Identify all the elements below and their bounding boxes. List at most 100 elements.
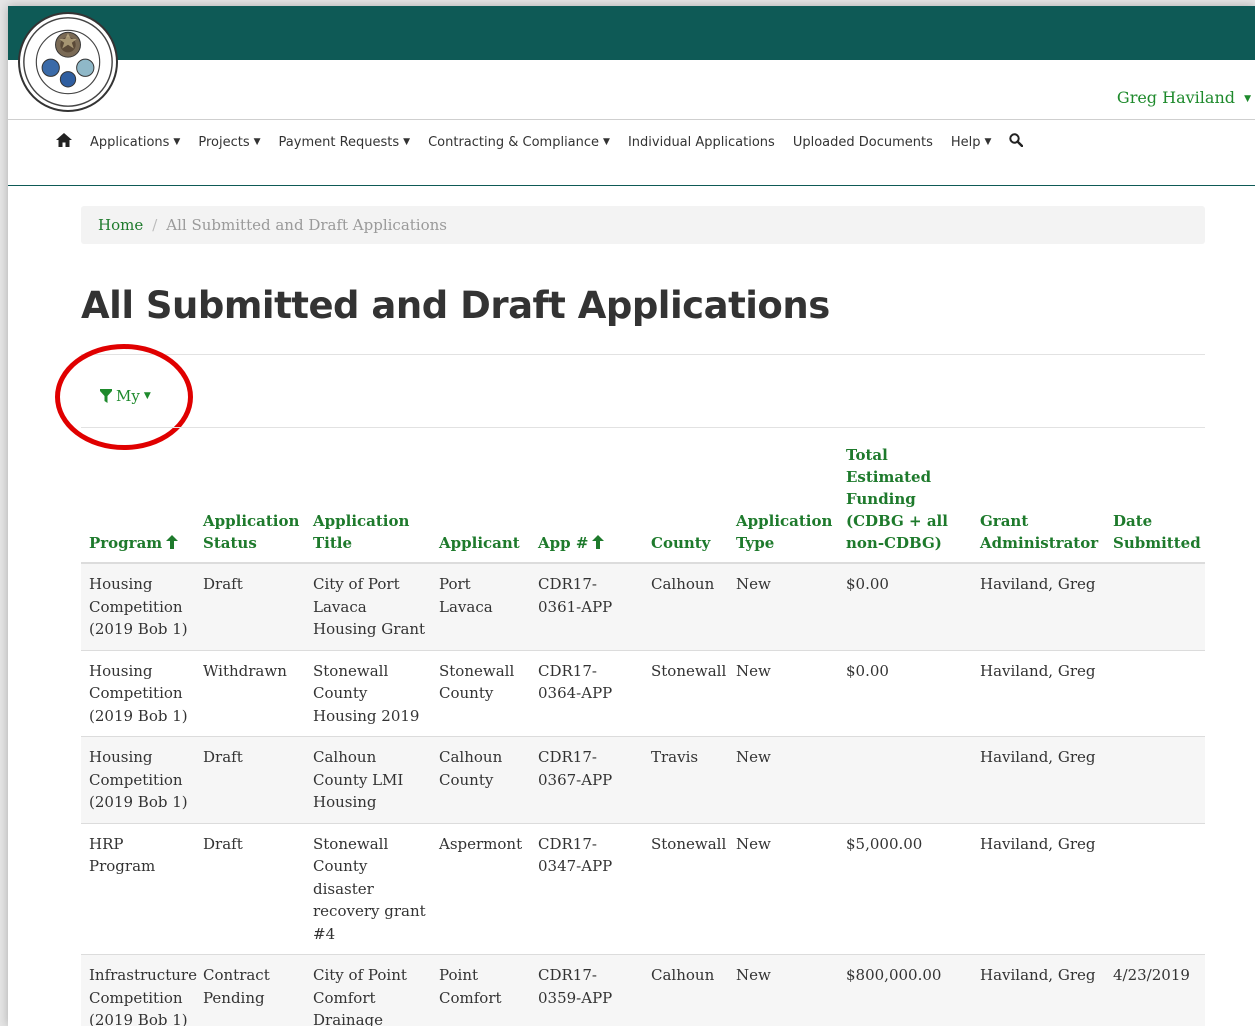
table-header-row: Program Application Status Application T… bbox=[81, 444, 1205, 564]
cell-application-type: New bbox=[728, 823, 838, 955]
breadcrumb: Home / All Submitted and Draft Applicati… bbox=[81, 206, 1205, 244]
cell-applicant: Calhoun County bbox=[431, 736, 530, 824]
user-menu[interactable]: Greg Haviland ▼ bbox=[1117, 88, 1251, 107]
column-header-application-type[interactable]: Application Type bbox=[728, 444, 838, 564]
table-row[interactable]: Housing Competition (2019 Bob 1) Draft C… bbox=[81, 736, 1205, 824]
divider bbox=[8, 119, 1255, 120]
cell-program: Infrastructure Competition (2019 Bob 1) bbox=[81, 954, 197, 1026]
cell-application-type: New bbox=[728, 736, 838, 824]
chevron-down-icon: ▼ bbox=[403, 136, 411, 147]
column-header-county[interactable]: County bbox=[643, 444, 728, 564]
page-title: All Submitted and Draft Applications bbox=[81, 284, 830, 327]
nav-label: Payment Requests bbox=[278, 134, 400, 150]
app-window: Greg Haviland ▼ Applications ▼ Projects ▼ … bbox=[8, 6, 1255, 1026]
chevron-down-icon: ▼ bbox=[603, 136, 610, 147]
cell-program: Housing Competition (2019 Bob 1) bbox=[81, 736, 195, 824]
cell-date-submitted bbox=[1105, 563, 1205, 651]
cell-total-funding: $5,000.00 bbox=[838, 823, 972, 955]
nav-label: Help bbox=[950, 134, 981, 150]
divider bbox=[81, 354, 1205, 355]
cell-app-number: CDR17-0361-APP bbox=[530, 563, 643, 651]
cell-application-status: Withdrawn bbox=[195, 650, 305, 737]
column-header-application-status[interactable]: Application Status bbox=[195, 444, 305, 564]
table-row[interactable]: Housing Competition (2019 Bob 1) Withdra… bbox=[81, 650, 1205, 737]
nav-applications[interactable]: Applications ▼ bbox=[90, 135, 180, 150]
chevron-down-icon: ▼ bbox=[143, 391, 151, 401]
cell-application-type: New bbox=[728, 650, 838, 737]
cell-application-title: City of Point Comfort Drainage Improveme… bbox=[305, 954, 431, 1026]
cell-grant-administrator: Haviland, Greg bbox=[972, 650, 1105, 737]
filter-dropdown[interactable]: My ▼ bbox=[100, 387, 151, 405]
table-row[interactable]: HRP Program Draft Stonewall County disas… bbox=[81, 823, 1205, 955]
sort-up-arrow-icon bbox=[592, 535, 605, 549]
cell-application-status: Draft bbox=[195, 736, 305, 824]
nav-projects[interactable]: Projects ▼ bbox=[198, 135, 260, 150]
home-icon bbox=[56, 133, 72, 147]
cell-county: Travis bbox=[643, 736, 728, 824]
cell-program: Housing Competition (2019 Bob 1) bbox=[81, 650, 195, 737]
nav-search[interactable] bbox=[1009, 133, 1024, 151]
cell-application-type: New bbox=[728, 954, 838, 1026]
nav-individual-applications[interactable]: Individual Applications bbox=[628, 135, 775, 150]
cell-program: HRP Program bbox=[81, 823, 195, 955]
cell-application-type: New bbox=[728, 563, 838, 651]
cell-date-submitted bbox=[1105, 823, 1205, 955]
nav-help[interactable]: Help ▼ bbox=[951, 135, 992, 150]
cell-application-status: Contract Pending bbox=[195, 954, 305, 1026]
chevron-down-icon: ▼ bbox=[173, 136, 181, 147]
column-header-date-submitted[interactable]: Date Submitted bbox=[1105, 444, 1205, 564]
nav-label: Uploaded Documents bbox=[792, 134, 933, 150]
cell-program: Housing Competition (2019 Bob 1) bbox=[81, 563, 195, 651]
filter-label: My bbox=[116, 387, 140, 405]
cell-app-number: CDR17-0367-APP bbox=[530, 736, 643, 824]
cell-total-funding: $0.00 bbox=[838, 563, 972, 651]
search-icon bbox=[1009, 133, 1024, 148]
cell-application-title: Calhoun County LMI Housing bbox=[305, 736, 431, 824]
cell-grant-administrator: Haviland, Greg bbox=[972, 736, 1105, 824]
divider bbox=[81, 427, 1205, 428]
cell-app-number: CDR17-0359-APP bbox=[530, 954, 643, 1026]
column-header-applicant[interactable]: Applicant bbox=[431, 444, 530, 564]
column-header-app-number[interactable]: App # bbox=[530, 444, 643, 564]
cell-date-submitted: 4/23/2019 bbox=[1105, 954, 1205, 1026]
column-header-total-estimated-funding[interactable]: Total Estimated Funding (CDBG + all non-… bbox=[838, 444, 972, 564]
cell-applicant: Point Comfort bbox=[431, 954, 530, 1026]
table-row[interactable]: Housing Competition (2019 Bob 1) Draft C… bbox=[81, 563, 1205, 651]
breadcrumb-home-link[interactable]: Home bbox=[98, 216, 143, 234]
cell-grant-administrator: Haviland, Greg bbox=[972, 563, 1105, 651]
column-label: App # bbox=[538, 534, 589, 552]
cell-total-funding bbox=[838, 736, 972, 824]
cell-grant-administrator: Haviland, Greg bbox=[972, 823, 1105, 955]
cell-date-submitted bbox=[1105, 736, 1205, 824]
column-header-program[interactable]: Program bbox=[81, 444, 195, 564]
cell-applicant: Aspermont bbox=[431, 823, 530, 955]
chevron-down-icon: ▼ bbox=[984, 136, 992, 147]
divider bbox=[8, 185, 1255, 186]
breadcrumb-current: All Submitted and Draft Applications bbox=[166, 216, 447, 234]
agency-seal-logo[interactable] bbox=[18, 12, 118, 112]
table-row[interactable]: Infrastructure Competition (2019 Bob 1) … bbox=[81, 954, 1205, 1026]
cell-application-title: Stonewall County Housing 2019 bbox=[305, 650, 431, 737]
column-header-application-title[interactable]: Application Title bbox=[305, 444, 431, 564]
cell-total-funding: $800,000.00 bbox=[838, 954, 972, 1026]
nav-payment-requests[interactable]: Payment Requests ▼ bbox=[279, 135, 411, 150]
cell-county: Calhoun bbox=[643, 563, 728, 651]
cell-grant-administrator: Haviland, Greg bbox=[972, 954, 1105, 1026]
chevron-down-icon: ▼ bbox=[253, 136, 261, 147]
column-header-grant-administrator[interactable]: Grant Administrator bbox=[972, 444, 1105, 564]
cell-date-submitted bbox=[1105, 650, 1205, 737]
nav-label: Contracting & Compliance bbox=[428, 134, 600, 150]
breadcrumb-separator: / bbox=[152, 216, 158, 234]
cell-application-title: City of Port Lavaca Housing Grant bbox=[305, 563, 431, 651]
chevron-down-icon: ▼ bbox=[1244, 94, 1251, 104]
nav-contracting-compliance[interactable]: Contracting & Compliance ▼ bbox=[428, 135, 610, 150]
cell-app-number: CDR17-0347-APP bbox=[530, 823, 643, 955]
main-nav: Applications ▼ Projects ▼ Payment Requests… bbox=[56, 131, 1024, 153]
nav-home[interactable] bbox=[56, 133, 72, 151]
cell-applicant: Port Lavaca bbox=[431, 563, 530, 651]
cell-county: Stonewall bbox=[643, 823, 728, 955]
nav-uploaded-documents[interactable]: Uploaded Documents bbox=[793, 135, 933, 150]
cell-county: Stonewall bbox=[643, 650, 728, 737]
user-name: Greg Haviland bbox=[1116, 88, 1235, 107]
nav-label: Individual Applications bbox=[627, 134, 775, 150]
